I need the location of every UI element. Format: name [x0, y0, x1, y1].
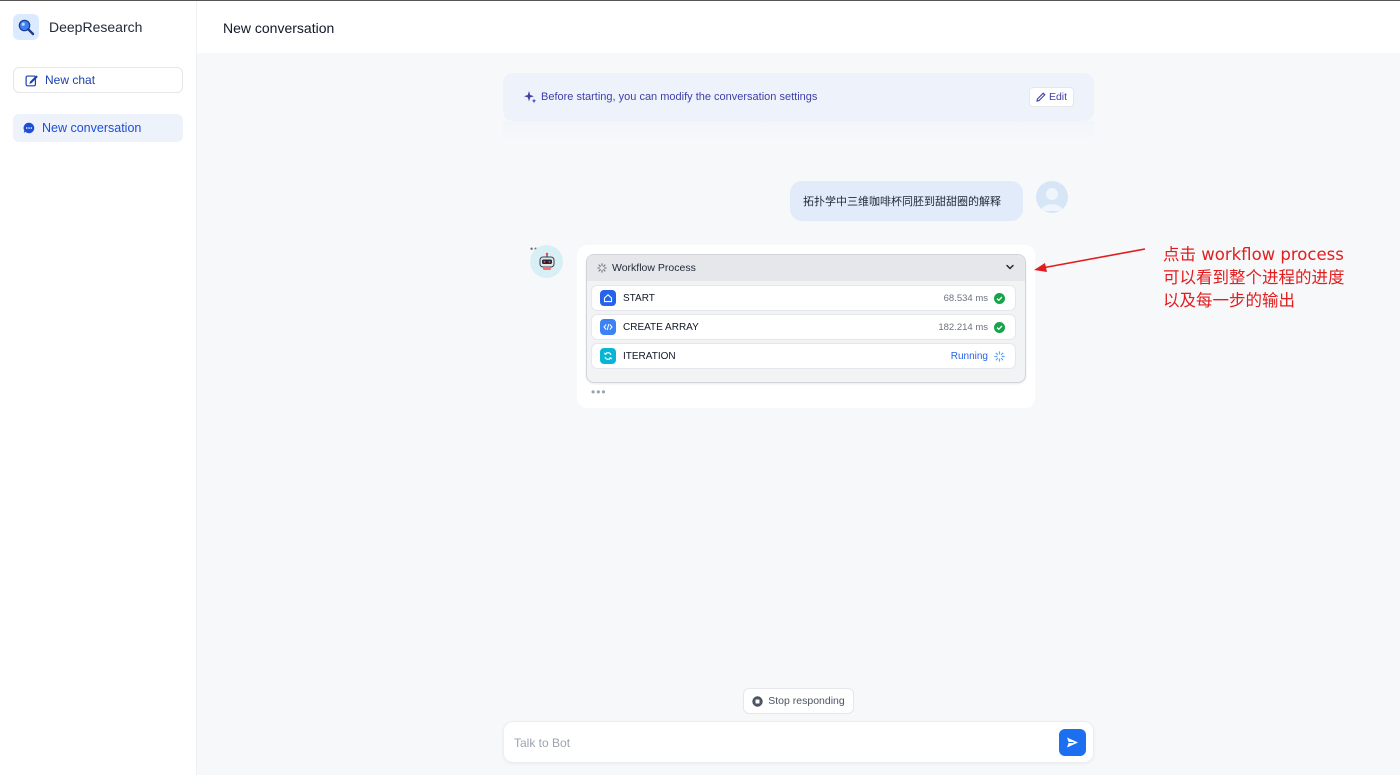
settings-banner: Before starting, you can modify the conv…	[503, 73, 1094, 121]
robot-icon	[539, 252, 554, 270]
app-name: DeepResearch	[49, 19, 143, 35]
workflow-toggle[interactable]: Workflow Process	[587, 255, 1025, 281]
send-button[interactable]	[1059, 729, 1086, 756]
sidebar: DeepResearch New chat New conversation	[0, 1, 197, 775]
code-icon	[600, 319, 616, 335]
annotation-line: 点击 workflow process	[1163, 245, 1344, 264]
edit-settings-button[interactable]: Edit	[1029, 87, 1074, 107]
sparkle-icon	[524, 91, 537, 104]
stop-label: Stop responding	[768, 695, 845, 707]
new-chat-label: New chat	[45, 73, 96, 87]
node-name: CREATE ARRAY	[623, 321, 699, 333]
home-icon	[600, 290, 616, 306]
node-name: START	[623, 292, 655, 304]
user-avatar-icon	[1041, 188, 1063, 211]
annotation-line: 可以看到整个进程的进度	[1163, 268, 1345, 287]
annotation-line: 以及每一步的输出	[1163, 291, 1295, 310]
annotation-text: 点击 workflow process 可以看到整个进程的进度 以及每一步的输出	[1163, 243, 1393, 312]
loop-icon	[600, 348, 616, 364]
message-input[interactable]	[514, 731, 1044, 755]
search-logo-icon	[13, 14, 39, 40]
workflow-node-start[interactable]: START 68.534 ms	[591, 285, 1016, 311]
send-icon	[1067, 737, 1078, 748]
check-circle-icon	[994, 322, 1005, 333]
workflow-node-iteration[interactable]: ITERATION Running	[591, 343, 1016, 369]
loading-spinner-icon	[994, 351, 1005, 362]
user-message-text: 拓扑学中三维咖啡杯同胚到甜甜圈的解释	[803, 195, 1001, 208]
loading-spinner-icon	[597, 263, 607, 273]
user-avatar	[1036, 181, 1068, 213]
new-chat-button[interactable]: New chat	[13, 67, 183, 93]
stop-icon	[752, 695, 763, 707]
user-message: 拓扑学中三维咖啡杯同胚到甜甜圈的解释	[790, 181, 1023, 221]
conversation-label: New conversation	[42, 121, 142, 135]
workflow-title: Workflow Process	[612, 262, 696, 274]
pencil-icon	[1036, 92, 1046, 102]
node-time: 182.214 ms	[938, 321, 988, 333]
settings-banner-fade	[503, 121, 1094, 143]
node-running-status: Running	[950, 350, 988, 362]
brand: DeepResearch	[13, 14, 142, 40]
page-title: New conversation	[223, 20, 335, 36]
bot-loading-dots: •••	[591, 385, 607, 399]
node-name: ITERATION	[623, 350, 676, 362]
annotation-arrow-icon	[1034, 248, 1146, 272]
settings-text: Before starting, you can modify the conv…	[541, 91, 818, 103]
workflow-node-create-array[interactable]: CREATE ARRAY 182.214 ms	[591, 314, 1016, 340]
chat-bubble-icon	[23, 122, 35, 134]
chevron-down-icon	[1006, 264, 1014, 270]
stop-responding-button[interactable]: Stop responding	[743, 688, 854, 714]
edit-square-icon	[25, 74, 38, 86]
bot-avatar	[530, 245, 563, 278]
edit-label: Edit	[1048, 91, 1068, 103]
composer	[503, 721, 1094, 763]
node-time: 68.534 ms	[943, 292, 988, 304]
workflow-panel: Workflow Process START 68.534 ms CREATE …	[586, 254, 1026, 383]
header	[197, 1, 1400, 53]
check-circle-icon	[994, 293, 1005, 304]
sidebar-item-conversation[interactable]: New conversation	[13, 114, 183, 142]
